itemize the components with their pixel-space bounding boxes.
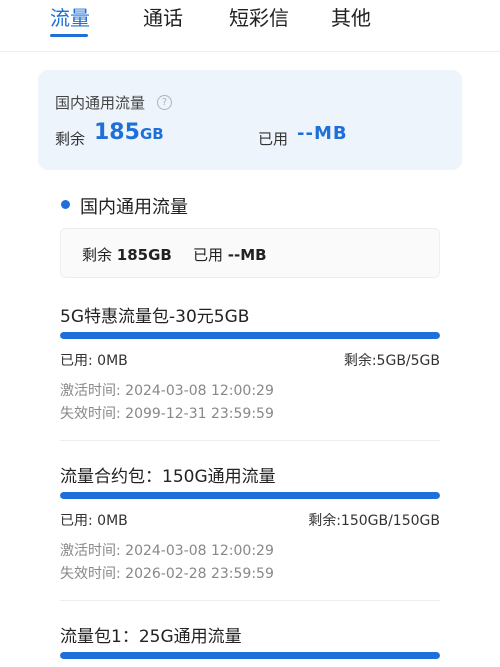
divider <box>60 440 440 441</box>
section-used: 已用 --MB <box>193 246 267 264</box>
package-progress-fill <box>60 332 440 339</box>
summary-remain-unit: GB <box>139 125 164 143</box>
active-tab-indicator <box>50 34 88 37</box>
question-circle-icon[interactable]: ? <box>157 95 172 110</box>
section-remain: 剩余 185GB <box>82 246 172 264</box>
summary-used-label: 已用 <box>258 130 289 148</box>
package-progress-bar <box>60 332 440 339</box>
package-progress-bar <box>60 492 440 499</box>
summary-title: 国内通用流量 <box>55 94 146 112</box>
package-card[interactable]: 流量合约包：150G通用流量 已用: 0MB 剩余:150GB/150GB 激活… <box>60 462 440 602</box>
package-card[interactable]: 5G特惠流量包-30元5GB 已用: 0MB 剩余:5GB/5GB 激活时间: … <box>60 302 440 442</box>
package-expiry-time: 失效时间: 2099-12-31 23:59:59 <box>60 406 274 422</box>
package-progress-fill <box>60 652 440 659</box>
traffic-summary-card: 国内通用流量 ? 剩余 185GB 已用 --MB <box>38 70 462 170</box>
tab-bar: 流量 通话 短彩信 其他 <box>0 0 500 52</box>
package-expiry-time: 失效时间: 2026-02-28 23:59:59 <box>60 566 274 582</box>
tab-other[interactable]: 其他 <box>331 4 371 32</box>
package-title: 5G特惠流量包-30元5GB <box>60 307 250 327</box>
package-title: 流量合约包：150G通用流量 <box>60 467 276 487</box>
package-activated-time: 激活时间: 2024-03-08 12:00:29 <box>60 383 274 399</box>
section-title: 国内通用流量 <box>80 197 188 218</box>
section-bullet <box>61 200 70 209</box>
divider <box>60 600 440 601</box>
package-remain: 剩余:150GB/150GB <box>308 513 440 529</box>
tab-calls[interactable]: 通话 <box>143 4 183 32</box>
summary-remain-label: 剩余 <box>55 130 86 148</box>
package-activated-time: 激活时间: 2024-03-08 12:00:29 <box>60 543 274 559</box>
package-card[interactable]: 流量包1：25G通用流量 <box>60 622 440 667</box>
package-title: 流量包1：25G通用流量 <box>60 627 242 647</box>
tab-sms[interactable]: 短彩信 <box>229 4 289 32</box>
tab-traffic[interactable]: 流量 <box>50 4 90 32</box>
package-progress-fill <box>60 492 440 499</box>
section-summary-box: 剩余 185GB 已用 --MB <box>60 228 440 278</box>
package-used: 已用: 0MB <box>60 353 128 369</box>
package-progress-bar <box>60 652 440 659</box>
package-remain: 剩余:5GB/5GB <box>343 353 440 369</box>
summary-used-value: --MB <box>297 123 348 144</box>
package-used: 已用: 0MB <box>60 513 128 529</box>
summary-remain-value: 185GB <box>94 120 164 145</box>
